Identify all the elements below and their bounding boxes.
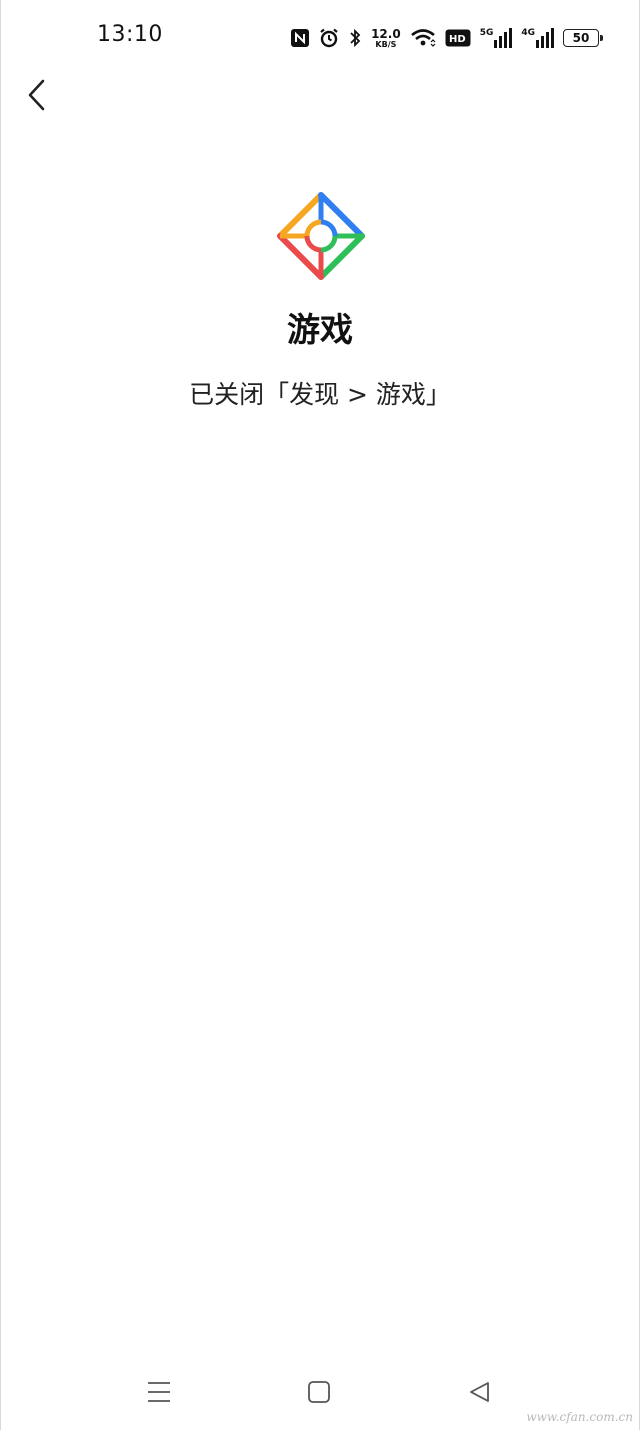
status-time: 13:10: [97, 22, 163, 47]
signal-5g-icon: 5G: [480, 28, 513, 48]
wifi-icon: [410, 28, 436, 48]
hd-label: HD: [449, 34, 466, 45]
game-center-icon: [276, 191, 366, 281]
recent-apps-button[interactable]: [139, 1372, 179, 1412]
signal-4g-icon: 4G: [521, 28, 554, 48]
home-icon: [308, 1381, 330, 1403]
chevron-left-icon: [28, 79, 45, 111]
status-message: 已关闭「发现 > 游戏」: [189, 380, 451, 409]
menu-icon: [148, 1382, 170, 1402]
alarm-icon: [319, 28, 339, 48]
net-speed-unit: KB/S: [375, 39, 397, 49]
status-bar: 13:10 12.0 KB/S HD 5G 4G 50: [1, 0, 639, 75]
hd-icon: HD: [445, 29, 471, 47]
signal-5g-label: 5G: [479, 28, 494, 38]
bluetooth-icon: [348, 28, 362, 48]
signal-4g-label: 4G: [521, 28, 535, 38]
page-title: 游戏: [287, 310, 353, 349]
screen-frame: 13:10 12.0 KB/S HD 5G 4G 50 游戏 已关闭「发现 > …: [0, 0, 640, 1430]
back-button[interactable]: [15, 74, 57, 116]
battery-icon: 50: [563, 29, 603, 47]
status-icons: 12.0 KB/S HD 5G 4G 50: [290, 24, 603, 52]
back-triangle-icon: [470, 1382, 489, 1402]
battery-level: 50: [572, 31, 590, 45]
back-nav-button[interactable]: [459, 1372, 499, 1412]
net-speed-value: 12.0: [371, 26, 401, 41]
net-speed: 12.0 KB/S: [371, 28, 401, 49]
home-button[interactable]: [299, 1372, 339, 1412]
nfc-icon: [290, 28, 310, 48]
watermark: www.cfan.com.cn: [526, 1410, 633, 1424]
